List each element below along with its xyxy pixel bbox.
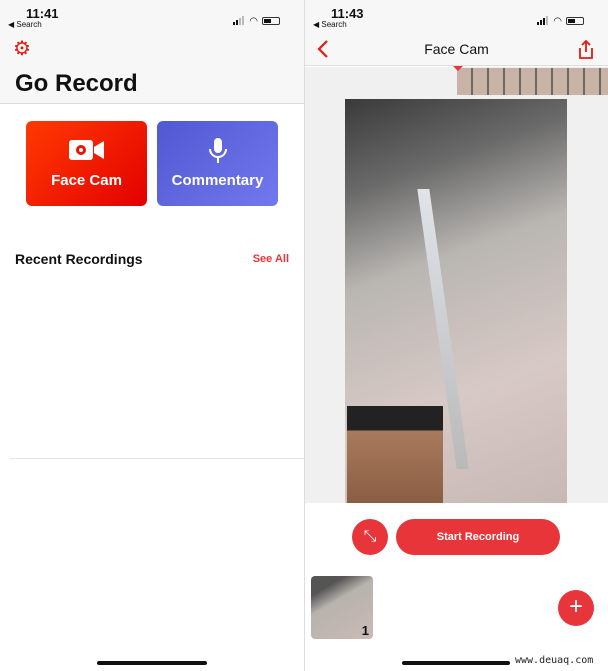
signal-icon: [233, 12, 245, 30]
wifi-icon: ◠: [553, 15, 562, 27]
home-indicator-right: [402, 661, 510, 665]
home-indicator: [97, 661, 207, 665]
back-to-search[interactable]: ◀ Search: [8, 20, 42, 29]
clip-thumbnail[interactable]: 1: [311, 576, 373, 639]
nav-title: Face Cam: [424, 41, 489, 57]
status-time: 11:41: [26, 6, 59, 21]
signal-icon: [537, 12, 549, 30]
status-icons: ◠: [537, 12, 584, 30]
face-cam-button[interactable]: Face Cam: [26, 121, 147, 206]
face-cam-label: Face Cam: [51, 172, 122, 189]
commentary-button[interactable]: Commentary: [157, 121, 278, 206]
plus-icon: +: [568, 593, 583, 620]
divider: [10, 458, 304, 459]
recent-recordings-heading: Recent Recordings: [15, 251, 143, 267]
see-all-link[interactable]: See All: [253, 253, 289, 265]
face-cam-screen: 11:43 ◀ Search ◠ Face Cam ⤡ Start Record…: [305, 0, 608, 671]
battery-icon: [566, 17, 584, 25]
wifi-icon: ◠: [249, 15, 258, 27]
go-record-screen: 11:41 ◀ Search ◠ ⚙ Go Record Face Cam Co…: [0, 0, 304, 671]
share-icon[interactable]: [577, 39, 595, 59]
battery-icon: [262, 17, 280, 25]
video-camera-icon: [69, 140, 104, 160]
page-title: Go Record: [15, 70, 138, 97]
timeline-strip[interactable]: [457, 68, 608, 95]
status-icons: ◠: [233, 12, 280, 30]
commentary-label: Commentary: [171, 172, 264, 189]
start-recording-button[interactable]: Start Recording: [396, 519, 560, 555]
watermark: www.deuaq.com: [515, 655, 594, 666]
add-clip-button[interactable]: +: [558, 590, 594, 626]
status-time: 11:43: [331, 6, 364, 21]
clip-count: 1: [361, 623, 369, 638]
settings-gear-icon[interactable]: ⚙: [13, 39, 31, 59]
face-cam-inset[interactable]: [347, 406, 443, 503]
collapse-arrows-icon: ⤡: [363, 528, 377, 545]
minimize-button[interactable]: ⤡: [352, 519, 388, 555]
back-to-search[interactable]: ◀ Search: [313, 20, 347, 29]
playhead-marker[interactable]: [453, 66, 463, 71]
microphone-icon: [209, 138, 227, 163]
